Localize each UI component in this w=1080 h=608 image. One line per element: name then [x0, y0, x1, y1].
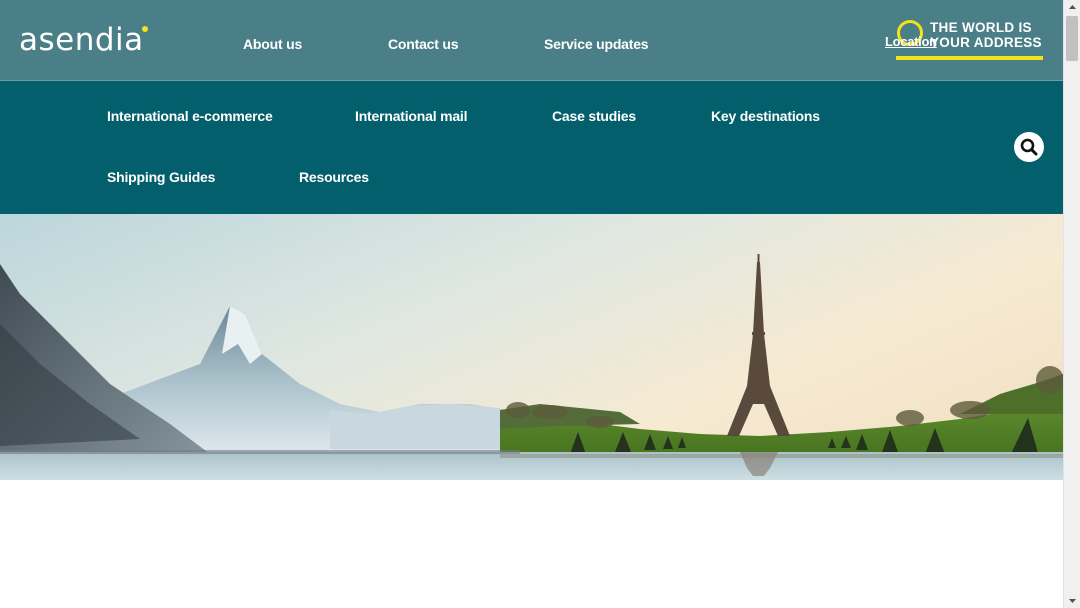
- logo-text: asendia: [19, 22, 144, 58]
- asendia-logo[interactable]: asendia: [19, 20, 148, 60]
- main-nav-item-resources[interactable]: Resources: [299, 169, 369, 185]
- scroll-down-button[interactable]: [1064, 593, 1080, 608]
- main-nav-item-shipping-guides[interactable]: Shipping Guides: [107, 169, 215, 185]
- arrow-down-icon: [1069, 599, 1076, 603]
- main-nav-item-case-studies[interactable]: Case studies: [552, 108, 636, 124]
- hero-landscape-image: [0, 214, 1063, 480]
- location-selector[interactable]: Location: [885, 34, 937, 49]
- main-nav-item-international-ecommerce[interactable]: International e-commerce: [107, 108, 273, 124]
- search-icon: [1020, 138, 1038, 156]
- top-bar: asendia About us Contact us Service upda…: [0, 0, 1063, 81]
- nav-about-us[interactable]: About us: [243, 36, 302, 52]
- page: asendia About us Contact us Service upda…: [0, 0, 1063, 608]
- scroll-up-button[interactable]: [1064, 0, 1080, 15]
- page-scrollbar[interactable]: [1063, 0, 1080, 608]
- search-button[interactable]: [1014, 132, 1044, 162]
- tagline: THE WORLD IS YOUR ADDRESS: [930, 20, 1042, 50]
- nav-contact-us[interactable]: Contact us: [388, 36, 459, 52]
- nav-service-updates[interactable]: Service updates: [544, 36, 649, 52]
- logo-dot: [142, 26, 148, 32]
- scroll-thumb[interactable]: [1066, 16, 1078, 61]
- main-nav: International e-commerce International m…: [0, 81, 1063, 214]
- tagline-line-2: YOUR ADDRESS: [930, 35, 1042, 50]
- tagline-underline: [896, 56, 1043, 60]
- arrow-up-icon: [1069, 5, 1076, 9]
- hero-banner: [0, 214, 1063, 480]
- tagline-line-1: THE WORLD IS: [930, 20, 1032, 35]
- main-nav-item-international-mail[interactable]: International mail: [355, 108, 468, 124]
- main-nav-item-key-destinations[interactable]: Key destinations: [711, 108, 820, 124]
